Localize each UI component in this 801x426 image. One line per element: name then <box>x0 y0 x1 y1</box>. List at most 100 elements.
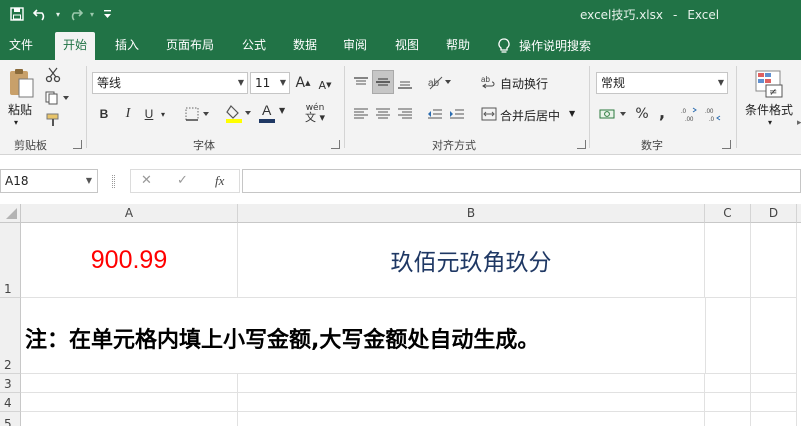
clipboard-launcher-icon[interactable] <box>73 140 82 149</box>
conditional-format-icon[interactable]: ≠ <box>752 68 786 100</box>
redo-icon[interactable] <box>66 4 84 24</box>
number-launcher-icon[interactable] <box>722 140 731 149</box>
copy-icon[interactable] <box>44 89 72 107</box>
increase-indent-icon[interactable] <box>448 105 466 123</box>
quick-access-toolbar: ▾ ▾ <box>8 4 114 24</box>
name-box[interactable]: A18 ▼ <box>0 169 98 193</box>
cell-b2[interactable] <box>238 298 705 374</box>
column-header-d[interactable]: D <box>751 204 797 223</box>
increase-decimal-icon[interactable]: .0.00 <box>680 104 700 124</box>
align-left-icon[interactable] <box>352 105 370 123</box>
cell-c3[interactable] <box>705 374 751 393</box>
formula-input[interactable] <box>242 169 801 193</box>
select-all-corner[interactable] <box>0 204 21 223</box>
undo-icon[interactable] <box>32 4 50 24</box>
row-header-3[interactable]: 3 <box>0 374 21 393</box>
cell-d2[interactable] <box>751 298 797 374</box>
align-bottom-icon[interactable] <box>396 74 414 92</box>
font-color-button[interactable]: A ▼ <box>258 102 288 124</box>
cell-b4[interactable] <box>238 393 705 412</box>
cell-d1[interactable] <box>751 223 797 298</box>
cell-b1[interactable]: 玖佰元玖角玖分 <box>238 223 705 298</box>
cell-b5[interactable] <box>238 412 705 426</box>
shrink-font-button[interactable]: A ▼ <box>316 74 334 96</box>
italic-button[interactable]: I <box>120 104 136 124</box>
save-icon[interactable] <box>8 4 26 24</box>
tab-review[interactable]: 审阅 <box>343 32 367 60</box>
merge-center-icon[interactable] <box>480 105 498 123</box>
row-header-2[interactable]: 2 <box>0 298 21 374</box>
paste-icon[interactable] <box>6 66 36 100</box>
wrap-text-button[interactable]: 自动换行 <box>500 75 548 92</box>
tell-me-search[interactable]: 操作说明搜索 <box>498 32 591 60</box>
column-header-c[interactable]: C <box>705 204 751 223</box>
column-header-a[interactable]: A <box>21 204 238 223</box>
format-painter-icon[interactable] <box>44 111 62 129</box>
cell-a5[interactable] <box>21 412 238 426</box>
percent-button[interactable]: % <box>634 104 650 124</box>
tab-view[interactable]: 视图 <box>395 32 419 60</box>
column-header-e-clipped[interactable] <box>797 204 801 223</box>
row-header-4[interactable]: 4 <box>0 393 21 412</box>
column-header-b[interactable]: B <box>238 204 705 223</box>
align-top-icon[interactable] <box>352 74 370 92</box>
conditional-format-button[interactable]: 条件格式 <box>745 101 793 118</box>
orientation-icon[interactable]: ab <box>426 72 454 92</box>
paste-button[interactable]: 粘贴 <box>8 101 32 118</box>
font-launcher-icon[interactable] <box>331 140 340 149</box>
grow-font-button[interactable]: A ▲ <box>294 72 312 94</box>
phonetic-guide-button[interactable]: wén 文 ▾ <box>300 100 330 126</box>
cell-c1[interactable] <box>705 223 751 298</box>
undo-dropdown-icon[interactable]: ▾ <box>56 10 60 19</box>
wrap-text-icon[interactable]: ab <box>480 72 498 92</box>
cell-a2[interactable]: 注：在单元格内填上小写金额,大写金额处自动生成。 <box>21 298 539 374</box>
tab-formulas[interactable]: 公式 <box>242 32 266 60</box>
customize-qat-icon[interactable] <box>100 4 114 24</box>
comma-button[interactable]: , <box>656 102 668 122</box>
cell-c2[interactable] <box>705 298 751 374</box>
tab-help[interactable]: 帮助 <box>446 32 470 60</box>
bold-button[interactable]: B <box>96 104 112 124</box>
row-header-1[interactable]: 1 <box>0 223 21 298</box>
chevron-down-icon: ▼ <box>85 176 92 185</box>
align-right-icon[interactable] <box>396 105 414 123</box>
redo-dropdown-icon[interactable]: ▾ <box>90 10 94 19</box>
merge-center-button[interactable]: 合并后居中 <box>500 107 560 124</box>
font-name-select[interactable]: 等线 ▼ <box>92 72 248 94</box>
align-center-icon[interactable] <box>374 105 392 123</box>
enter-icon[interactable]: ✓ <box>177 173 188 188</box>
paste-dropdown-icon[interactable]: ▾ <box>14 118 18 127</box>
insert-function-icon[interactable]: fx <box>215 173 224 189</box>
cell-d3[interactable] <box>751 374 797 393</box>
underline-dropdown-icon[interactable]: ▾ <box>158 104 168 124</box>
cell-d5[interactable] <box>751 412 797 426</box>
fill-color-button[interactable] <box>224 102 254 124</box>
tab-file[interactable]: 文件 <box>9 32 33 60</box>
tab-page-layout[interactable]: 页面布局 <box>166 32 214 60</box>
row-header-5[interactable]: 5 <box>0 412 21 426</box>
cell-a1[interactable]: 900.99 <box>21 223 238 298</box>
font-size-select[interactable]: 11 ▼ <box>250 72 290 94</box>
number-format-select[interactable]: 常规 ▼ <box>596 72 728 94</box>
cell-c5[interactable] <box>705 412 751 426</box>
tab-data[interactable]: 数据 <box>293 32 317 60</box>
decrease-decimal-icon[interactable]: .00.0 <box>704 104 724 124</box>
cell-b3[interactable] <box>238 374 705 393</box>
accounting-format-icon[interactable] <box>598 104 630 124</box>
formula-bar-grip-icon[interactable] <box>112 175 115 188</box>
decrease-indent-icon[interactable] <box>426 105 444 123</box>
cell-d4[interactable] <box>751 393 797 412</box>
merge-dropdown-icon[interactable]: ▼ <box>569 109 575 118</box>
cell-a3[interactable] <box>21 374 238 393</box>
cell-c4[interactable] <box>705 393 751 412</box>
cancel-icon[interactable]: ✕ <box>141 173 152 188</box>
conditional-format-dropdown-icon[interactable]: ▾ <box>768 118 772 127</box>
tab-home[interactable]: 开始 <box>55 32 96 60</box>
borders-button[interactable] <box>184 104 212 124</box>
cut-icon[interactable] <box>44 66 62 84</box>
align-middle-icon[interactable] <box>372 70 394 94</box>
alignment-launcher-icon[interactable] <box>577 140 586 149</box>
underline-button[interactable]: U <box>142 104 156 124</box>
tab-insert[interactable]: 插入 <box>115 32 139 60</box>
cell-a4[interactable] <box>21 393 238 412</box>
